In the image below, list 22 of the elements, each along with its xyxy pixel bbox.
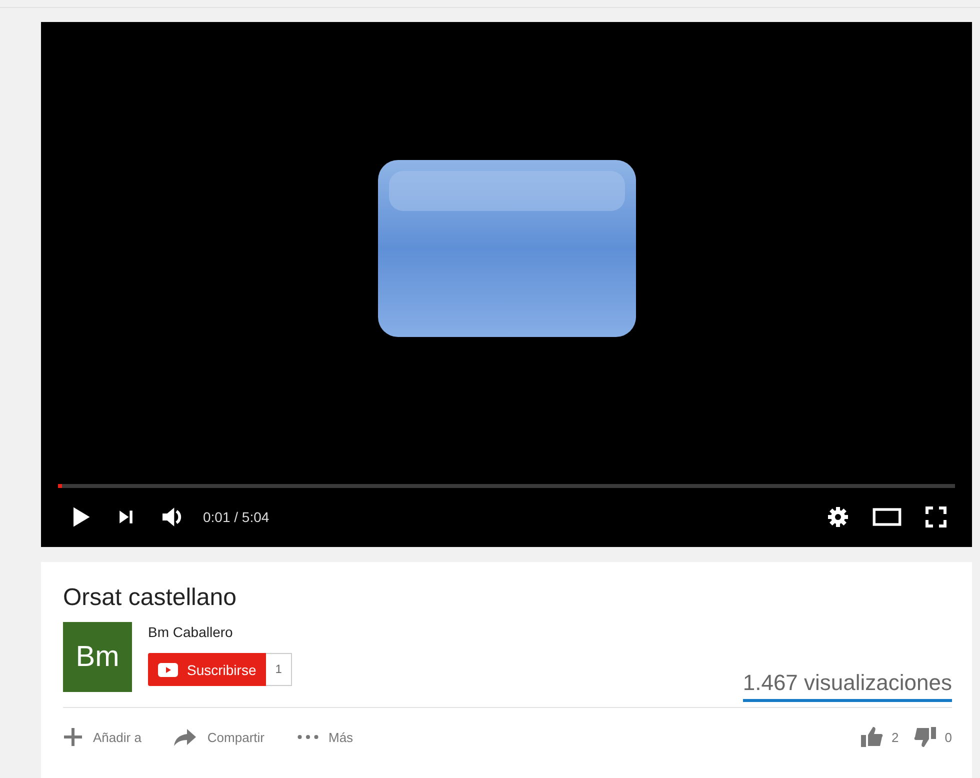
- like-button[interactable]: 2: [860, 726, 899, 748]
- play-icon: [158, 662, 178, 676]
- fullscreen-icon[interactable]: [924, 505, 948, 529]
- plus-icon: [63, 727, 83, 747]
- dislike-button[interactable]: 0: [912, 726, 952, 748]
- settings-icon[interactable]: [826, 505, 850, 529]
- thumbs-down-icon: [912, 726, 937, 748]
- share-arrow-icon: [173, 727, 198, 747]
- time-display: 0:01 / 5:04: [203, 509, 270, 525]
- subscriber-count: 1: [266, 653, 292, 686]
- more-button[interactable]: Más: [296, 730, 354, 744]
- channel-avatar[interactable]: Bm: [63, 622, 132, 692]
- subscribe-button[interactable]: Suscribirse: [148, 653, 266, 686]
- theater-mode-icon[interactable]: [872, 506, 902, 528]
- channel-name[interactable]: Bm Caballero: [148, 624, 292, 640]
- add-to-button[interactable]: Añadir a: [63, 727, 142, 747]
- view-count: 1.467 visualizaciones: [742, 670, 952, 702]
- video-player[interactable]: 0:01 / 5:04: [41, 22, 972, 547]
- share-button[interactable]: Compartir: [173, 727, 264, 747]
- dots-icon: [296, 734, 318, 740]
- video-title: Orsat castellano: [63, 584, 238, 612]
- thumbs-up-icon: [860, 726, 884, 748]
